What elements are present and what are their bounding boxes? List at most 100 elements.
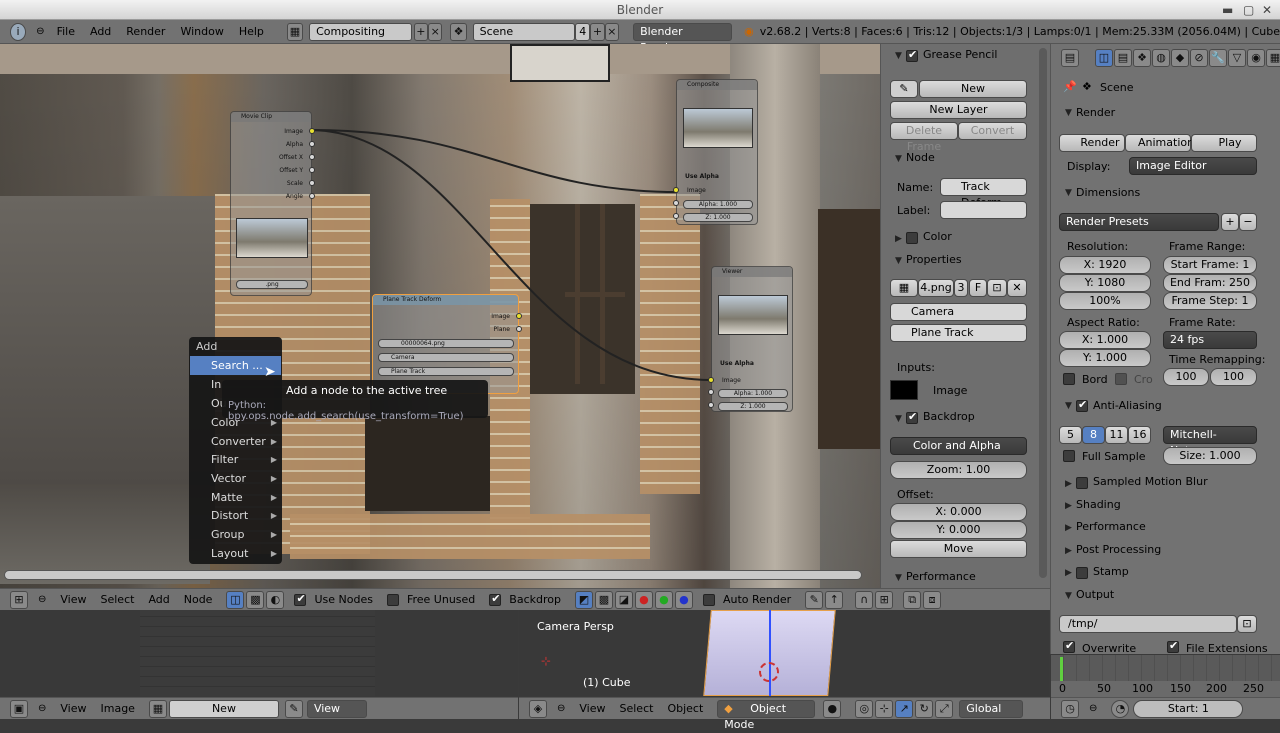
aa-samples-16[interactable]: 16 — [1128, 426, 1151, 444]
socket[interactable] — [673, 213, 679, 219]
post-processing-panel-header[interactable]: Post Processing — [1076, 540, 1161, 560]
node-panel-header[interactable]: Node — [906, 148, 935, 168]
render-engine-select[interactable]: Blender Render — [633, 22, 733, 54]
menu-help[interactable]: Help — [239, 25, 264, 38]
parent-icon[interactable]: ↑ — [825, 590, 844, 609]
current-frame-marker[interactable] — [1060, 657, 1063, 683]
copy-icon[interactable]: ⧉ — [903, 590, 922, 609]
dimensions-panel-header[interactable]: Dimensions — [1076, 183, 1140, 203]
anti-aliasing-checkbox[interactable] — [1076, 398, 1088, 412]
start-frame-field[interactable]: Start: 1 — [1133, 699, 1244, 718]
menu-view[interactable]: View — [579, 702, 605, 715]
collapse-arrow-icon[interactable]: ▼ — [895, 256, 902, 266]
delete-frame-button[interactable]: Delete Frame — [890, 122, 958, 153]
menu-view[interactable]: View — [60, 702, 86, 715]
editor-type-icon[interactable]: ▣ — [10, 699, 28, 718]
image-browse-icon[interactable]: ▦ — [890, 279, 918, 297]
header-collapse-icon[interactable]: ⊖ — [38, 594, 46, 605]
render-presets-select[interactable]: Render Presets — [1059, 213, 1219, 231]
aspect-y-field[interactable]: Y: 1.000 — [1059, 349, 1151, 367]
close-icon[interactable]: ✕ — [1262, 0, 1272, 20]
remap-new-field[interactable]: 100 — [1210, 368, 1257, 386]
use-alpha-check[interactable]: Use Alpha — [720, 360, 754, 367]
scene-icon[interactable]: ❖ — [450, 22, 467, 41]
view-mode-select[interactable]: View — [306, 699, 367, 718]
collapse-arrow-icon[interactable]: ▼ — [895, 414, 902, 424]
sidebar-scrollbar[interactable] — [1039, 48, 1047, 578]
snap-element-icon[interactable]: ⊞ — [875, 590, 894, 609]
input-color-swatch[interactable] — [890, 380, 918, 400]
alpha-field[interactable]: Alpha: 1.000 — [718, 389, 788, 398]
motion-blur-panel-header[interactable]: Sampled Motion Blur — [1093, 472, 1208, 492]
overwrite-checkbox[interactable] — [1063, 639, 1075, 653]
compositing-nodes-icon[interactable]: ▩ — [246, 590, 265, 609]
grease-pencil-header[interactable]: Grease Pencil — [923, 45, 997, 65]
menu-add[interactable]: Add — [90, 25, 111, 38]
render-button[interactable]: Render — [1059, 134, 1125, 152]
movie-clip-node[interactable]: Movie Clip Image Alpha Offset X Offset Y… — [230, 111, 315, 296]
new-image-button[interactable]: New — [168, 699, 279, 718]
texture-nodes-icon[interactable]: ◐ — [266, 590, 285, 609]
remap-old-field[interactable]: 100 — [1163, 368, 1209, 386]
socket[interactable] — [309, 193, 315, 199]
socket[interactable] — [516, 313, 522, 319]
scene-delete-icon[interactable]: × — [604, 22, 620, 41]
data-tab-icon[interactable]: ▽ — [1228, 49, 1246, 67]
alpha-icon[interactable]: ▩ — [594, 590, 613, 609]
screen-layout-field[interactable]: Compositing — [309, 22, 412, 41]
header-collapse-icon[interactable]: ⊖ — [36, 26, 44, 37]
transform-orientation-select[interactable]: Global — [959, 699, 1024, 718]
socket[interactable] — [309, 167, 315, 173]
socket[interactable] — [516, 326, 522, 332]
shading-panel-header[interactable]: Shading — [1076, 495, 1121, 515]
render-panel-header[interactable]: Render — [1076, 103, 1115, 123]
menu-object[interactable]: Object — [667, 702, 703, 715]
socket[interactable] — [309, 128, 315, 134]
3d-viewport[interactable]: Camera Persp (1) Cube ⊹ — [519, 610, 1049, 696]
motion-blur-checkbox[interactable] — [1076, 477, 1088, 489]
editor-type-icon[interactable]: ◈ — [529, 699, 547, 718]
scale-icon[interactable]: ⤢ — [935, 699, 954, 718]
maximize-icon[interactable]: ▢ — [1243, 0, 1254, 20]
scene-add-icon[interactable]: + — [590, 22, 605, 41]
menu-view[interactable]: View — [60, 593, 86, 606]
menu-node[interactable]: Node — [184, 593, 213, 606]
layers-tab-icon[interactable]: ▤ — [1114, 49, 1132, 67]
collapse-arrow-icon[interactable]: ▼ — [1065, 108, 1072, 118]
convert-button[interactable]: Convert — [958, 122, 1027, 140]
paste-icon[interactable]: ⧈ — [923, 590, 942, 609]
clip-file-field[interactable]: .png — [236, 280, 308, 289]
menu-image[interactable]: Image — [101, 702, 135, 715]
new-layer-button[interactable]: New Layer — [890, 101, 1027, 119]
performance-panel-header[interactable]: Performance — [1076, 517, 1146, 537]
menu-item-filter[interactable]: Filter ▶ — [211, 450, 281, 469]
aspect-x-field[interactable]: X: 1.000 — [1059, 331, 1151, 349]
image-name-field[interactable]: 4.png — [918, 279, 954, 297]
free-unused-checkbox[interactable] — [386, 593, 399, 606]
editor-type-icon[interactable]: ▤ — [1061, 49, 1079, 67]
color-icon[interactable]: ◪ — [614, 590, 633, 609]
camera-field[interactable]: Camera — [378, 353, 514, 362]
render-tab-icon[interactable]: ◫ — [1095, 49, 1113, 67]
backdrop-panel-header[interactable]: Backdrop — [923, 407, 975, 427]
image-browse-icon[interactable]: ▦ — [148, 699, 167, 718]
backdrop-checkbox[interactable] — [489, 592, 502, 606]
screen-layout-icon[interactable]: ▦ — [286, 22, 304, 41]
animation-button[interactable]: Animation — [1125, 134, 1194, 152]
preset-remove-icon[interactable]: − — [1239, 213, 1257, 231]
play-button[interactable]: Play — [1191, 134, 1257, 152]
display-select[interactable]: Image Editor — [1129, 157, 1257, 175]
image-editor[interactable] — [0, 610, 518, 696]
info-editor-type-icon[interactable]: i — [10, 22, 27, 41]
mode-select[interactable]: ◆ Object Mode — [717, 699, 816, 731]
expand-arrow-icon[interactable]: ▶ — [1065, 568, 1072, 578]
translate-icon[interactable]: ↗ — [895, 699, 914, 718]
frame-step-field[interactable]: Frame Step: 1 — [1163, 292, 1257, 310]
anti-aliasing-panel-header[interactable]: Anti-Aliasing — [1093, 396, 1162, 416]
stamp-checkbox[interactable] — [1076, 567, 1088, 579]
z-field[interactable]: Z: 1.000 — [683, 213, 753, 222]
resolution-y-field[interactable]: Y: 1080 — [1059, 274, 1151, 292]
plane-track-deform-node[interactable]: Plane Track Deform Image Plane 00000064.… — [372, 294, 522, 394]
screen-delete-icon[interactable]: × — [428, 22, 443, 41]
screen-add-icon[interactable]: + — [413, 22, 429, 41]
